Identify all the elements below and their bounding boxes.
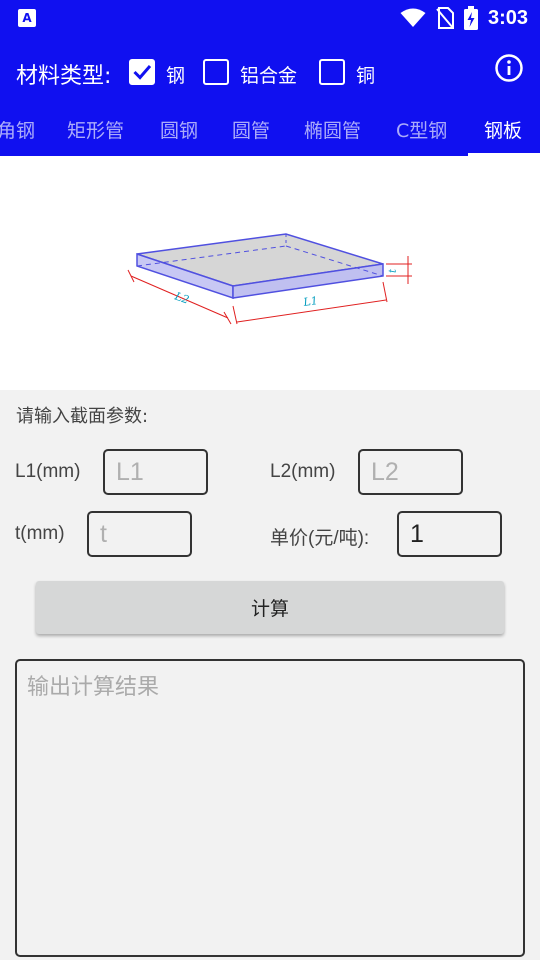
checkbox-copper-label: 铜 xyxy=(356,65,376,87)
app-header: A 3:03 材料类型: 钢 铝合金 铜 角钢 矩形管 圆钢 圆管 椭圆管 C型… xyxy=(0,0,540,156)
status-bar: A 3:03 xyxy=(0,0,540,36)
form-title: 请输入截面参数: xyxy=(16,406,149,427)
label-l2: L2 xyxy=(172,289,191,306)
label-l1: L1 xyxy=(302,294,319,309)
l1-input[interactable] xyxy=(103,449,208,495)
unit-price-label: 单价(元/吨): xyxy=(270,528,370,549)
unit-price-input[interactable] xyxy=(397,511,502,557)
l1-label: L1(mm) xyxy=(15,461,81,482)
l2-label: L2(mm) xyxy=(270,461,336,482)
t-input[interactable] xyxy=(87,511,192,557)
material-type-label: 材料类型: xyxy=(16,64,112,89)
section-tabs: 角钢 矩形管 圆钢 圆管 椭圆管 C型钢 钢板 xyxy=(0,104,540,156)
tab-oval-tube[interactable]: 椭圆管 xyxy=(304,116,361,143)
tab-angle-steel[interactable]: 角钢 xyxy=(0,116,35,143)
check-icon xyxy=(133,65,152,80)
label-t: t xyxy=(388,268,399,273)
battery-charging-icon xyxy=(463,6,478,30)
info-icon[interactable] xyxy=(494,53,524,83)
checkbox-aluminum-label: 铝合金 xyxy=(240,65,298,87)
tab-steel-plate[interactable]: 钢板 xyxy=(484,116,522,143)
tab-rect-tube[interactable]: 矩形管 xyxy=(67,116,124,143)
checkbox-aluminum[interactable] xyxy=(203,59,229,85)
t-label: t(mm) xyxy=(15,523,65,544)
result-output[interactable] xyxy=(15,659,525,957)
tab-c-channel[interactable]: C型钢 xyxy=(396,116,447,143)
checkbox-steel-label: 钢 xyxy=(166,65,186,87)
material-type-bar: 材料类型: 钢 铝合金 铜 xyxy=(0,50,540,94)
checkbox-copper[interactable] xyxy=(319,59,345,85)
no-sim-icon xyxy=(436,7,454,29)
calculate-button[interactable]: 计算 xyxy=(36,581,504,634)
plate-diagram: L2 L1 t xyxy=(0,156,540,390)
l2-input[interactable] xyxy=(358,449,463,495)
app-notification-icon: A xyxy=(18,9,36,27)
checkbox-steel[interactable] xyxy=(129,59,155,85)
status-icons: 3:03 xyxy=(400,4,528,32)
tab-round-steel[interactable]: 圆钢 xyxy=(160,116,198,143)
wifi-icon xyxy=(400,8,426,27)
clock: 3:03 xyxy=(487,6,528,29)
steel-plate-drawing: L2 L1 t xyxy=(127,233,412,325)
tab-round-tube[interactable]: 圆管 xyxy=(232,116,270,143)
